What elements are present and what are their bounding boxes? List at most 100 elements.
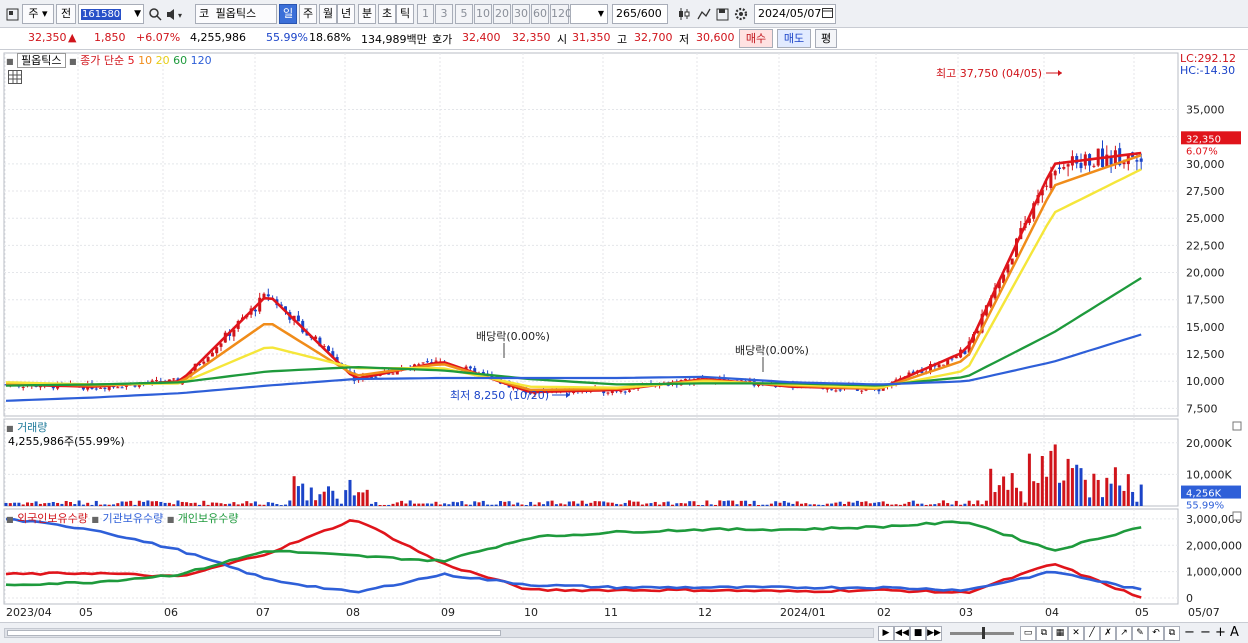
volume-bar — [120, 501, 124, 506]
interval-custom-input[interactable]: ▼ — [570, 4, 608, 24]
volume-bar — [795, 501, 799, 506]
period-button[interactable]: 년 — [337, 4, 355, 24]
ma60-label[interactable]: 60 — [173, 54, 187, 67]
rewind-button[interactable]: ◀◀ — [894, 626, 910, 641]
individual-holdings-label[interactable]: 개인보유수량 — [178, 512, 239, 525]
draw-tool-icon[interactable] — [696, 5, 712, 23]
candle-body — [619, 390, 623, 392]
search-icon[interactable] — [147, 5, 163, 23]
ma10-label[interactable]: 10 — [138, 54, 152, 67]
scroll-right-button[interactable]: ▶ — [878, 626, 894, 641]
copy-icon-2[interactable]: ⧉ — [1164, 626, 1180, 641]
volume-bar — [804, 503, 808, 506]
interval-button[interactable]: 1 — [417, 4, 434, 24]
ray-icon[interactable]: ↗ — [1116, 626, 1132, 641]
low-annotation: 최저 8,250 (10/20) — [450, 389, 549, 402]
volume-bar — [765, 504, 769, 506]
candle-body — [628, 390, 631, 392]
interval-button[interactable]: 10 — [474, 4, 492, 24]
eval-button[interactable]: 평 — [815, 29, 837, 48]
cross-tool-icon[interactable]: ✕ — [1068, 626, 1084, 641]
zoom-in-icon[interactable]: + — [1215, 625, 1226, 640]
layout-icon[interactable]: ▦ — [1052, 626, 1068, 641]
foreign-holdings-label[interactable]: 외국인보유수량 — [17, 512, 88, 525]
chevron-down-icon[interactable]: ▼ — [134, 5, 141, 23]
undo-icon[interactable]: ↶ — [1148, 626, 1164, 641]
sell-button[interactable]: 매도 — [777, 29, 811, 48]
stock-code-input[interactable]: 161580 ▼ — [78, 4, 144, 24]
stop-button[interactable]: ■ — [910, 626, 926, 641]
buy-button[interactable]: 매수 — [739, 29, 773, 48]
save-icon[interactable] — [714, 5, 730, 23]
candle-body — [391, 373, 395, 375]
volume-bar — [262, 504, 266, 506]
period-button[interactable]: 주 — [299, 4, 317, 24]
copy-icon[interactable]: ⧉ — [1036, 626, 1052, 641]
x-tool-icon[interactable]: ✗ — [1100, 626, 1116, 641]
calendar-icon[interactable] — [822, 6, 833, 24]
period-button[interactable]: 일 — [279, 4, 297, 24]
volume-bar — [808, 504, 812, 506]
ma20-label[interactable]: 20 — [156, 54, 170, 67]
speaker-icon[interactable]: ▾ — [165, 5, 191, 23]
volume-bar — [361, 492, 365, 506]
zoom-out-icon[interactable]: − — [1184, 625, 1195, 640]
interval-button[interactable]: 20 — [493, 4, 511, 24]
horizontal-scrollbar[interactable] — [4, 628, 874, 638]
font-size-icon[interactable]: A — [1230, 625, 1239, 640]
volume-bar — [830, 503, 834, 506]
volume-bar — [477, 502, 481, 506]
volume-bar — [894, 504, 898, 506]
volume-bar — [142, 501, 146, 506]
pencil-icon[interactable]: ✎ — [1132, 626, 1148, 641]
candle-type-icon[interactable] — [676, 5, 692, 23]
trend-line-icon[interactable]: ╱ — [1084, 626, 1100, 641]
interval-button[interactable]: 3 — [435, 4, 453, 24]
stock-tag[interactable]: 필옵틱스 — [17, 53, 66, 68]
volume-bar — [580, 500, 584, 506]
scrollbar-thumb[interactable] — [7, 630, 501, 636]
zoom-slider[interactable] — [950, 627, 1014, 639]
ma-prefix[interactable]: 종가 단순 — [80, 54, 124, 67]
ma5-label[interactable]: 5 — [128, 54, 135, 67]
volume-bar — [266, 502, 270, 506]
period-button[interactable]: 초 — [378, 4, 396, 24]
volume-bar — [395, 502, 399, 506]
chart-canvas[interactable]: 2023/04 05 06 07 08 09 10 11 12 2024/01 02 03 04 05 05… — [0, 50, 1248, 622]
fast-forward-button[interactable]: ▶▶ — [926, 626, 942, 641]
count-input[interactable]: 265/600 — [612, 4, 668, 24]
minimize-panel-icon[interactable]: ▭ — [1020, 626, 1036, 641]
interval-button[interactable]: 60 — [531, 4, 549, 24]
chevron-down-icon[interactable]: ▼ — [598, 5, 604, 23]
window-menu-icon[interactable] — [4, 5, 20, 23]
institution-holdings-label[interactable]: 기관보유수량 — [102, 512, 163, 525]
market-type-select[interactable]: 주 ▾ — [22, 4, 54, 24]
interval-button[interactable]: 5 — [455, 4, 473, 24]
period-button[interactable]: 분 — [358, 4, 376, 24]
volume-ratio: 55.99% — [266, 31, 308, 44]
candle-body — [374, 376, 378, 378]
volume-bar — [305, 500, 309, 506]
minus-icon[interactable]: − — [1200, 625, 1211, 640]
volume-bar — [292, 476, 296, 506]
candle-body — [94, 388, 98, 390]
volume-bar — [984, 500, 988, 506]
prev-button[interactable]: 전 — [56, 4, 76, 24]
period-button[interactable]: 월 — [319, 4, 337, 24]
volume-bar — [124, 501, 128, 506]
volume-bar — [1036, 482, 1040, 506]
interval-button[interactable]: 120 — [550, 4, 572, 24]
volume-bar — [559, 503, 563, 506]
candle-body — [219, 343, 223, 347]
volume-bar — [43, 503, 47, 506]
table-icon[interactable] — [8, 70, 22, 87]
interval-button[interactable]: 30 — [512, 4, 530, 24]
gear-icon[interactable] — [733, 5, 749, 23]
date-input[interactable]: 2024/05/07 — [754, 4, 836, 24]
period-button[interactable]: 틱 — [396, 4, 414, 24]
stock-name-box[interactable]: 코 필옵틱스 — [195, 4, 277, 24]
ma120-label[interactable]: 120 — [191, 54, 212, 67]
zoom-slider-handle[interactable] — [982, 627, 985, 639]
y-tick-label: 22,500 — [1186, 239, 1225, 252]
volume-bar — [408, 500, 412, 506]
